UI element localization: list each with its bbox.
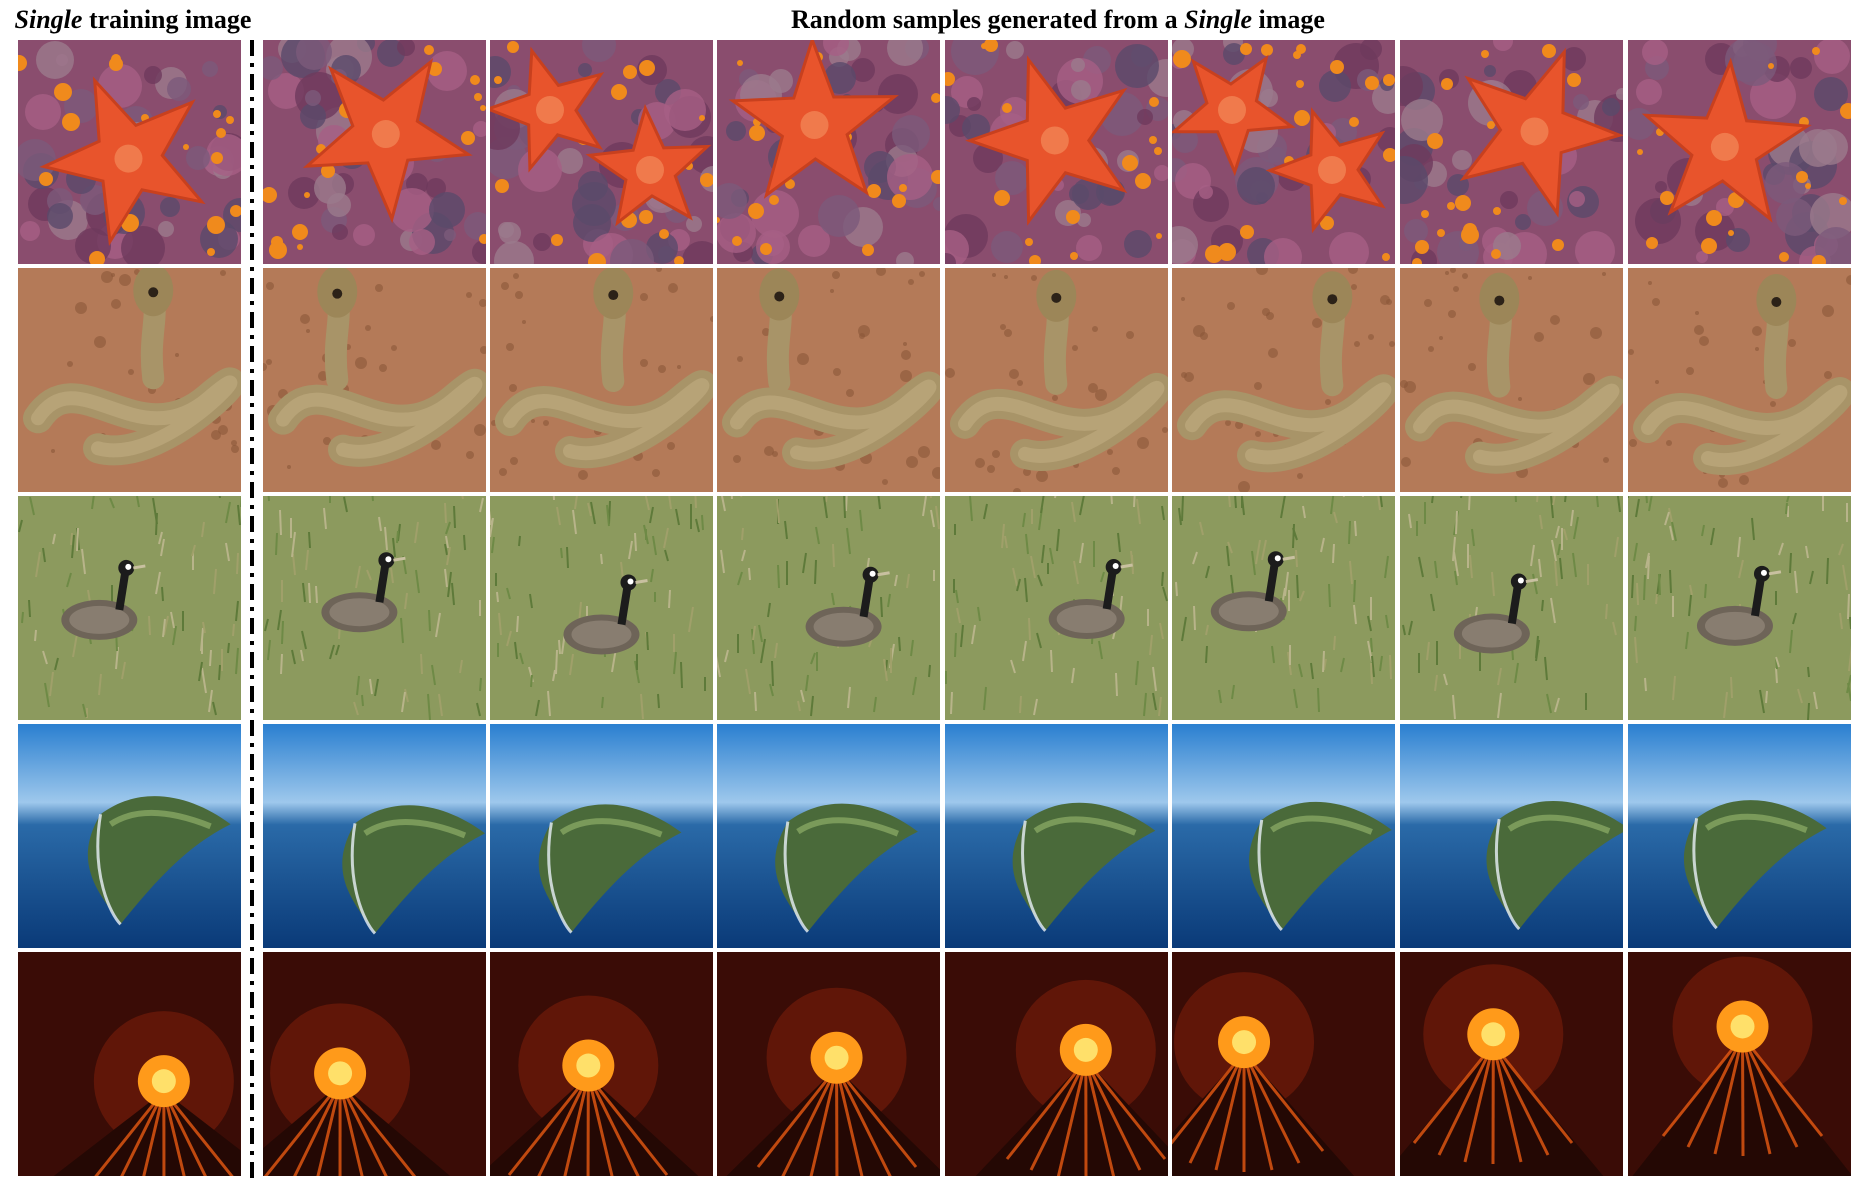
cobra-sample-3-image <box>717 268 940 492</box>
starfish-training-image <box>18 40 241 264</box>
starfish-sample-3-image <box>717 40 940 264</box>
cobra-sample-6-image <box>1400 268 1623 492</box>
starfish-sample-7-image <box>1628 40 1851 264</box>
island-sample-2-image <box>490 724 713 948</box>
volcano-sample-3-image <box>717 952 940 1176</box>
cobra-sample-1-image <box>263 268 486 492</box>
volcano-sample-6-image <box>1400 952 1623 1176</box>
island-sample-1-image <box>263 724 486 948</box>
island-sample-4-image <box>945 724 1168 948</box>
island-training-image <box>18 724 241 948</box>
starfish-sample-1-image <box>263 40 486 264</box>
starfish-sample-4-image <box>945 40 1168 264</box>
bustard-sample-5-image <box>1172 496 1395 720</box>
cobra-sample-4-image <box>945 268 1168 492</box>
starfish-sample-5-image <box>1172 40 1395 264</box>
volcano-sample-1-image <box>263 952 486 1176</box>
island-sample-5-image <box>1172 724 1395 948</box>
island-sample-6-image <box>1400 724 1623 948</box>
bustard-sample-1-image <box>263 496 486 720</box>
bustard-sample-4-image <box>945 496 1168 720</box>
starfish-sample-6-image <box>1400 40 1623 264</box>
cobra-training-image <box>18 268 241 492</box>
cobra-sample-5-image <box>1172 268 1395 492</box>
bustard-sample-3-image <box>717 496 940 720</box>
bustard-training-image <box>18 496 241 720</box>
image-grid <box>0 0 1862 1181</box>
volcano-sample-5-image <box>1172 952 1395 1176</box>
starfish-sample-2-image <box>490 40 713 264</box>
volcano-training-image <box>18 952 241 1176</box>
cobra-sample-7-image <box>1628 268 1851 492</box>
volcano-sample-4-image <box>945 952 1168 1176</box>
volcano-sample-7-image <box>1628 952 1851 1176</box>
cobra-sample-2-image <box>490 268 713 492</box>
island-sample-7-image <box>1628 724 1851 948</box>
bustard-sample-6-image <box>1400 496 1623 720</box>
bustard-sample-2-image <box>490 496 713 720</box>
bustard-sample-7-image <box>1628 496 1851 720</box>
island-sample-3-image <box>717 724 940 948</box>
volcano-sample-2-image <box>490 952 713 1176</box>
